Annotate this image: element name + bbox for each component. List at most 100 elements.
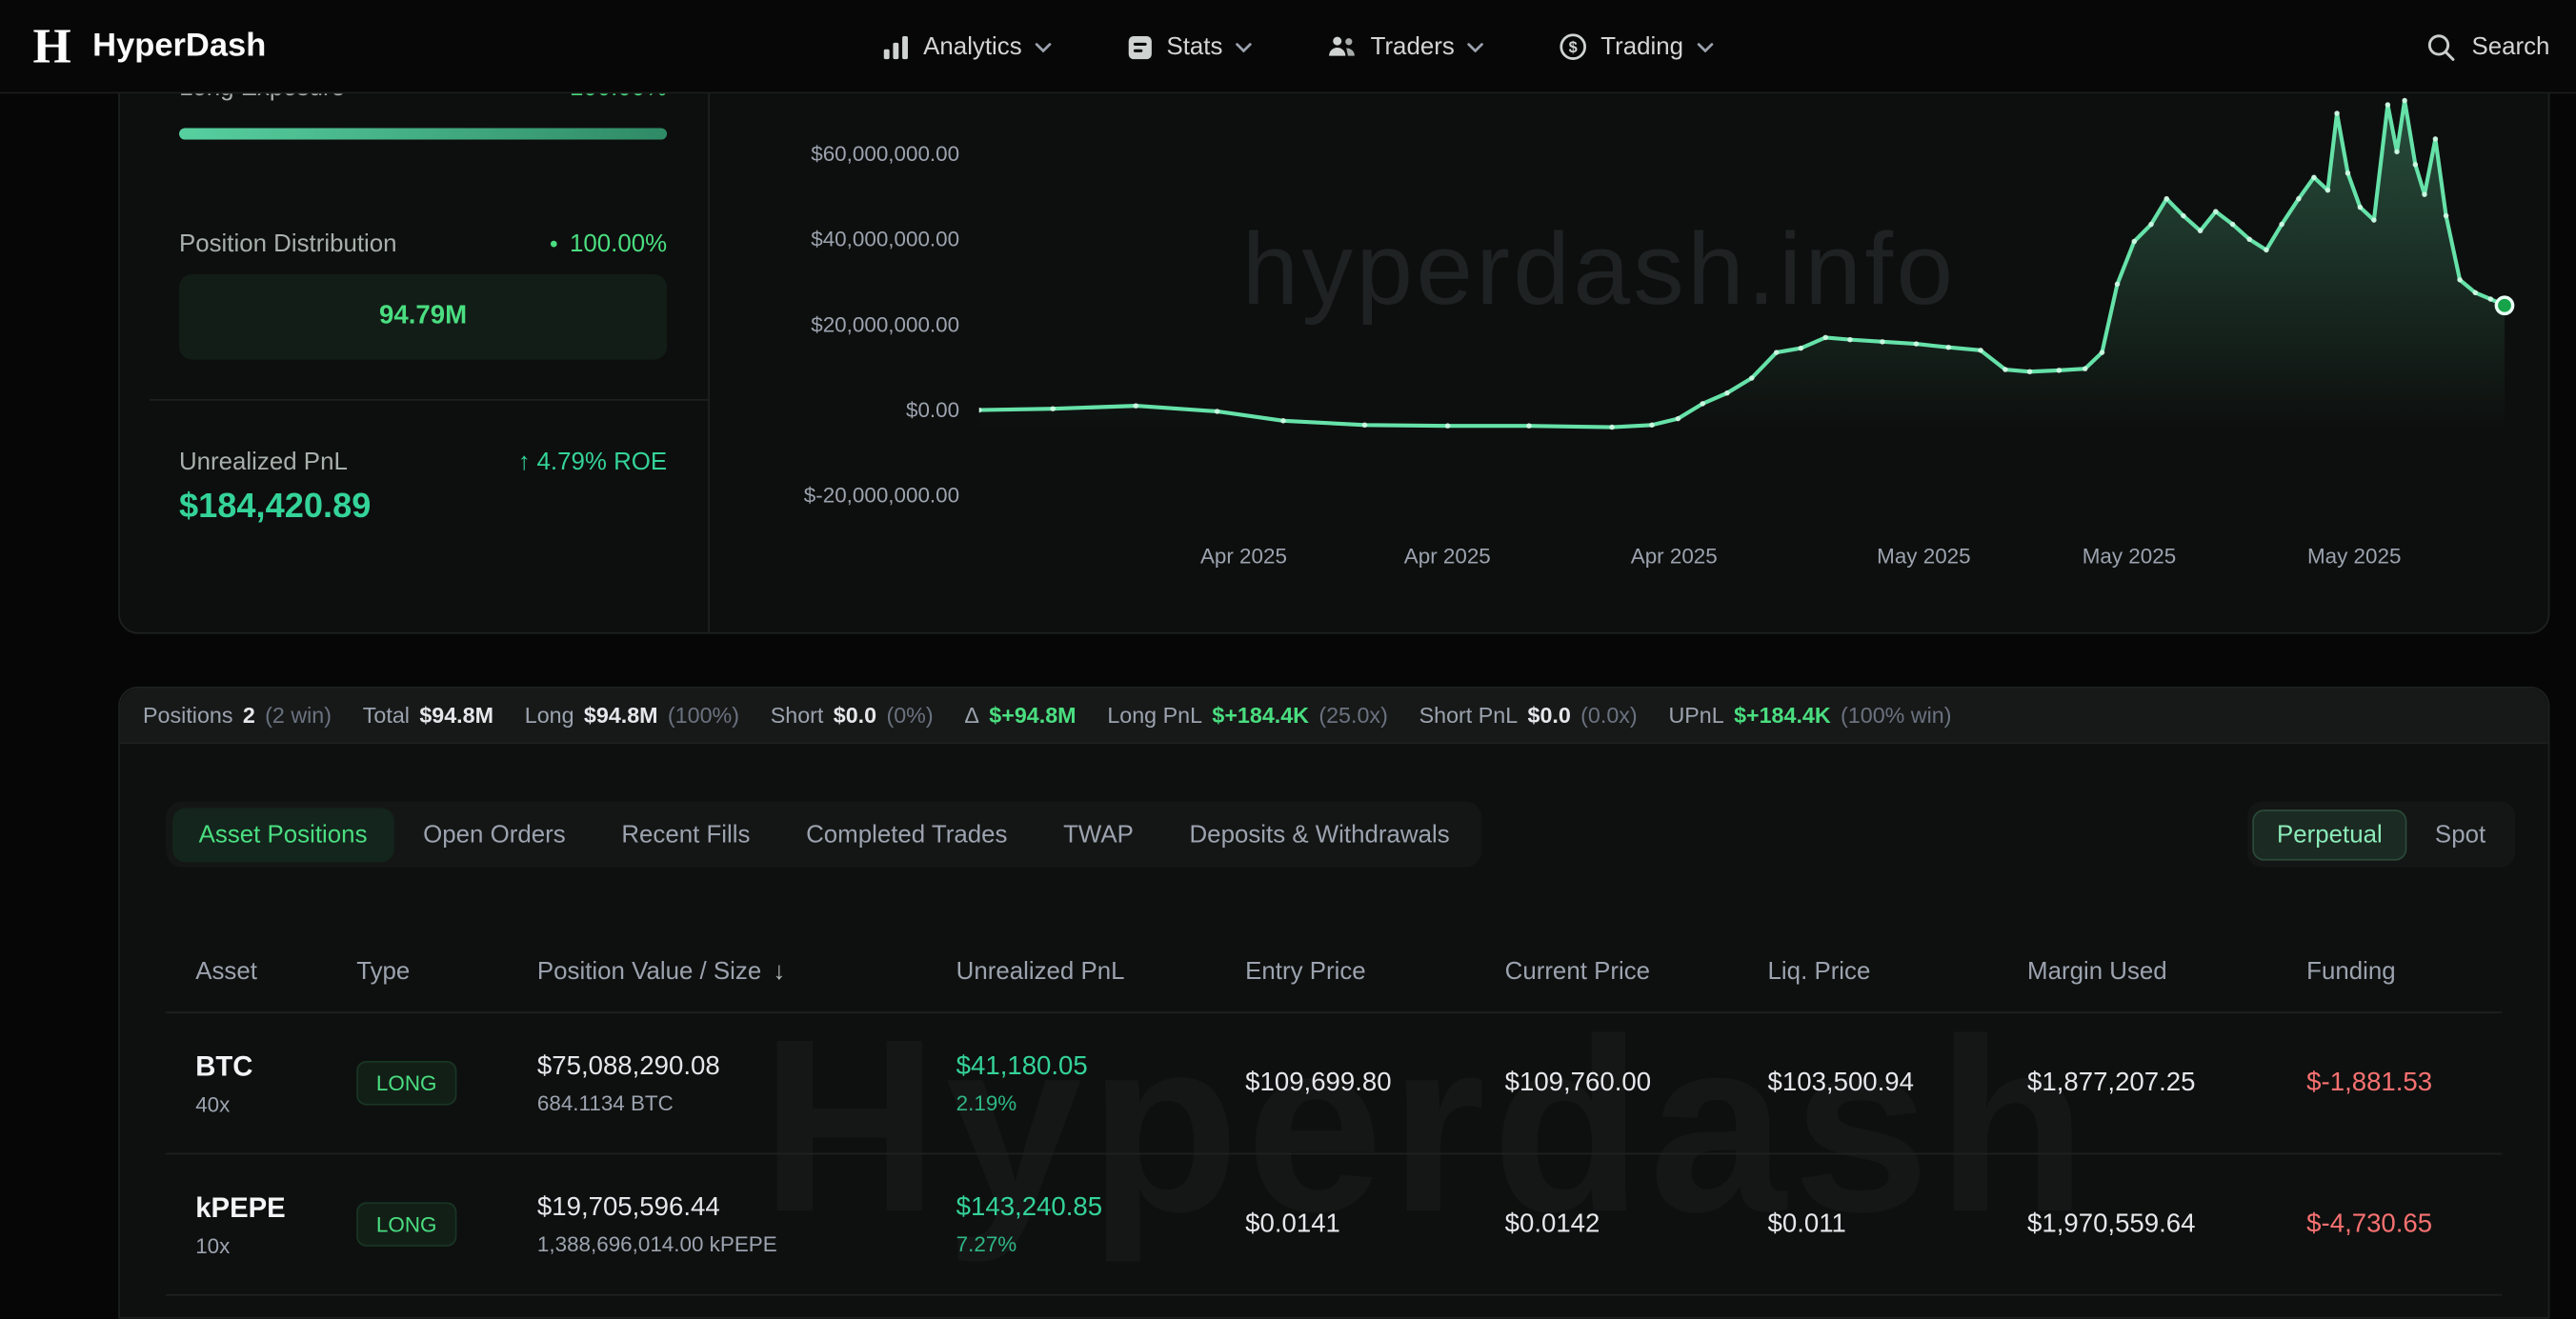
col-asset[interactable]: Asset xyxy=(195,957,356,985)
pnl-chart xyxy=(979,64,2515,531)
col-liq-price[interactable]: Liq. Price xyxy=(1768,957,2027,985)
position-distribution-row: Position Distribution ● 100.00% xyxy=(179,230,667,257)
asset-name: kPEPE xyxy=(195,1191,356,1224)
svg-text:$: $ xyxy=(1569,39,1578,56)
position-value: $19,705,596.44 xyxy=(537,1193,956,1223)
nav-label: Trading xyxy=(1600,32,1683,60)
unrealized-pnl-row: Unrealized PnL ↑ 4.79% ROE xyxy=(179,449,667,476)
asset-name: BTC xyxy=(195,1050,356,1083)
traders-icon xyxy=(1328,34,1358,59)
summary-label: Positions xyxy=(143,703,232,728)
tab-recent-fills[interactable]: Recent Fills xyxy=(595,808,776,862)
chevron-down-icon xyxy=(1697,42,1713,51)
summary-value: $94.8M xyxy=(419,703,493,728)
summary-label: Short xyxy=(771,703,824,728)
summary-label: Long xyxy=(525,703,574,728)
table-header: Asset Type Position Value / Size ↓ Unrea… xyxy=(166,931,2502,1013)
summary-total: Total $94.8M xyxy=(363,703,493,728)
nav-traders[interactable]: Traders xyxy=(1328,32,1484,60)
mode-spot[interactable]: Spot xyxy=(2410,809,2510,859)
unrealized-pnl: $143,240.85 xyxy=(956,1193,1246,1223)
col-label: Position Value / Size xyxy=(537,957,761,985)
divider xyxy=(150,399,708,401)
col-label: Type xyxy=(356,957,410,985)
roe-value: ↑ 4.79% ROE xyxy=(518,449,667,476)
tab-deposits-withdrawals[interactable]: Deposits & Withdrawals xyxy=(1163,808,1476,862)
x-tick: May 2025 xyxy=(2083,544,2176,569)
up-arrow-icon: ↑ xyxy=(518,449,531,476)
x-tick: May 2025 xyxy=(1877,544,1970,569)
nav-trading[interactable]: $ Trading xyxy=(1560,32,1713,60)
roe-pct: 4.79% ROE xyxy=(537,449,668,476)
summary-value: $+94.8M xyxy=(989,703,1076,728)
col-label: Entry Price xyxy=(1245,957,1366,985)
col-funding[interactable]: Funding xyxy=(2306,957,2502,985)
col-current-price[interactable]: Current Price xyxy=(1505,957,1768,985)
col-label: Funding xyxy=(2306,957,2395,985)
mode-perpetual[interactable]: Perpetual xyxy=(2252,809,2406,859)
col-entry-price[interactable]: Entry Price xyxy=(1245,957,1504,985)
position-distribution-box[interactable]: 94.79M xyxy=(179,274,667,360)
col-unrealized-pnl[interactable]: Unrealized PnL xyxy=(956,957,1246,985)
sort-desc-icon[interactable]: ↓ xyxy=(773,957,785,985)
positions-table: Asset Type Position Value / Size ↓ Unrea… xyxy=(166,931,2502,1296)
position-distribution-pct: 100.00% xyxy=(570,230,667,257)
summary-label: UPnL xyxy=(1668,703,1723,728)
summary-value: $94.8M xyxy=(584,703,658,728)
x-tick: Apr 2025 xyxy=(1404,544,1491,569)
summary-extra: (2 win) xyxy=(265,703,332,728)
nav-stats[interactable]: Stats xyxy=(1127,32,1252,60)
y-tick: $60,000,000.00 xyxy=(678,141,959,166)
unrealized-pnl-pct: 2.19% xyxy=(956,1089,1246,1114)
long-badge: LONG xyxy=(356,1061,456,1106)
long-badge: LONG xyxy=(356,1202,456,1247)
col-type[interactable]: Type xyxy=(356,957,537,985)
hyperdash-logo-icon: H xyxy=(32,22,70,71)
summary-label: Δ xyxy=(964,703,979,728)
tab-twap[interactable]: TWAP xyxy=(1037,808,1160,862)
summary-value: 2 xyxy=(243,703,255,728)
dollar-coin-icon: $ xyxy=(1560,32,1587,60)
table-row-btc[interactable]: BTC 40x LONG $75,088,290.08 684.1134 BTC… xyxy=(166,1013,2502,1154)
entry-price: $0.0141 xyxy=(1245,1209,1340,1237)
nav-label: Stats xyxy=(1166,32,1222,60)
asset-leverage: 10x xyxy=(195,1232,356,1257)
unrealized-pnl: $41,180.05 xyxy=(956,1052,1246,1082)
chevron-down-icon xyxy=(1236,42,1252,51)
col-label: Current Price xyxy=(1505,957,1650,985)
nav-menu: Analytics Stats Traders $ Trading xyxy=(882,0,1713,93)
col-position-value[interactable]: Position Value / Size ↓ xyxy=(537,957,956,985)
nav-analytics[interactable]: Analytics xyxy=(882,32,1052,60)
page: Long Exposure 100.00% Position Distribut… xyxy=(0,0,2576,1319)
funding-value: $-1,881.53 xyxy=(2306,1069,2432,1096)
tab-open-orders[interactable]: Open Orders xyxy=(397,808,593,862)
summary-long: Long $94.8M (100%) xyxy=(525,703,739,728)
funding-value: $-4,730.65 xyxy=(2306,1209,2432,1237)
summary-extra: (0%) xyxy=(886,703,933,728)
tab-asset-positions[interactable]: Asset Positions xyxy=(172,808,393,862)
position-distribution-label: Position Distribution xyxy=(179,230,397,257)
entry-price: $109,699.80 xyxy=(1245,1069,1391,1096)
col-margin-used[interactable]: Margin Used xyxy=(2027,957,2306,985)
brand[interactable]: H HyperDash xyxy=(32,0,266,93)
tab-completed-trades[interactable]: Completed Trades xyxy=(779,808,1034,862)
y-tick: $40,000,000.00 xyxy=(678,227,959,251)
summary-label: Long PnL xyxy=(1107,703,1202,728)
x-tick: Apr 2025 xyxy=(1200,544,1287,569)
current-price: $0.0142 xyxy=(1505,1209,1600,1237)
table-row-kpepe[interactable]: kPEPE 10x LONG $19,705,596.44 1,388,696,… xyxy=(166,1154,2502,1295)
search-button[interactable]: Search xyxy=(2427,0,2550,93)
summary-extra: (25.0x) xyxy=(1318,703,1387,728)
positions-card: Hyperdash Positions 2 (2 win) Total $94.… xyxy=(118,687,2549,1319)
current-price: $109,760.00 xyxy=(1505,1069,1651,1096)
unrealized-pnl-pct: 7.27% xyxy=(956,1231,1246,1256)
x-tick: May 2025 xyxy=(2307,544,2401,569)
margin-used: $1,877,207.25 xyxy=(2027,1069,2195,1096)
green-dot-icon: ● xyxy=(550,236,558,251)
summary-extra: (100% win) xyxy=(1841,703,1951,728)
summary-label: Total xyxy=(363,703,410,728)
nav-label: Traders xyxy=(1371,32,1455,60)
margin-used: $1,970,559.64 xyxy=(2027,1209,2195,1237)
col-label: Asset xyxy=(195,957,257,985)
positions-summary-bar: Positions 2 (2 win) Total $94.8M Long $9… xyxy=(120,689,2548,745)
